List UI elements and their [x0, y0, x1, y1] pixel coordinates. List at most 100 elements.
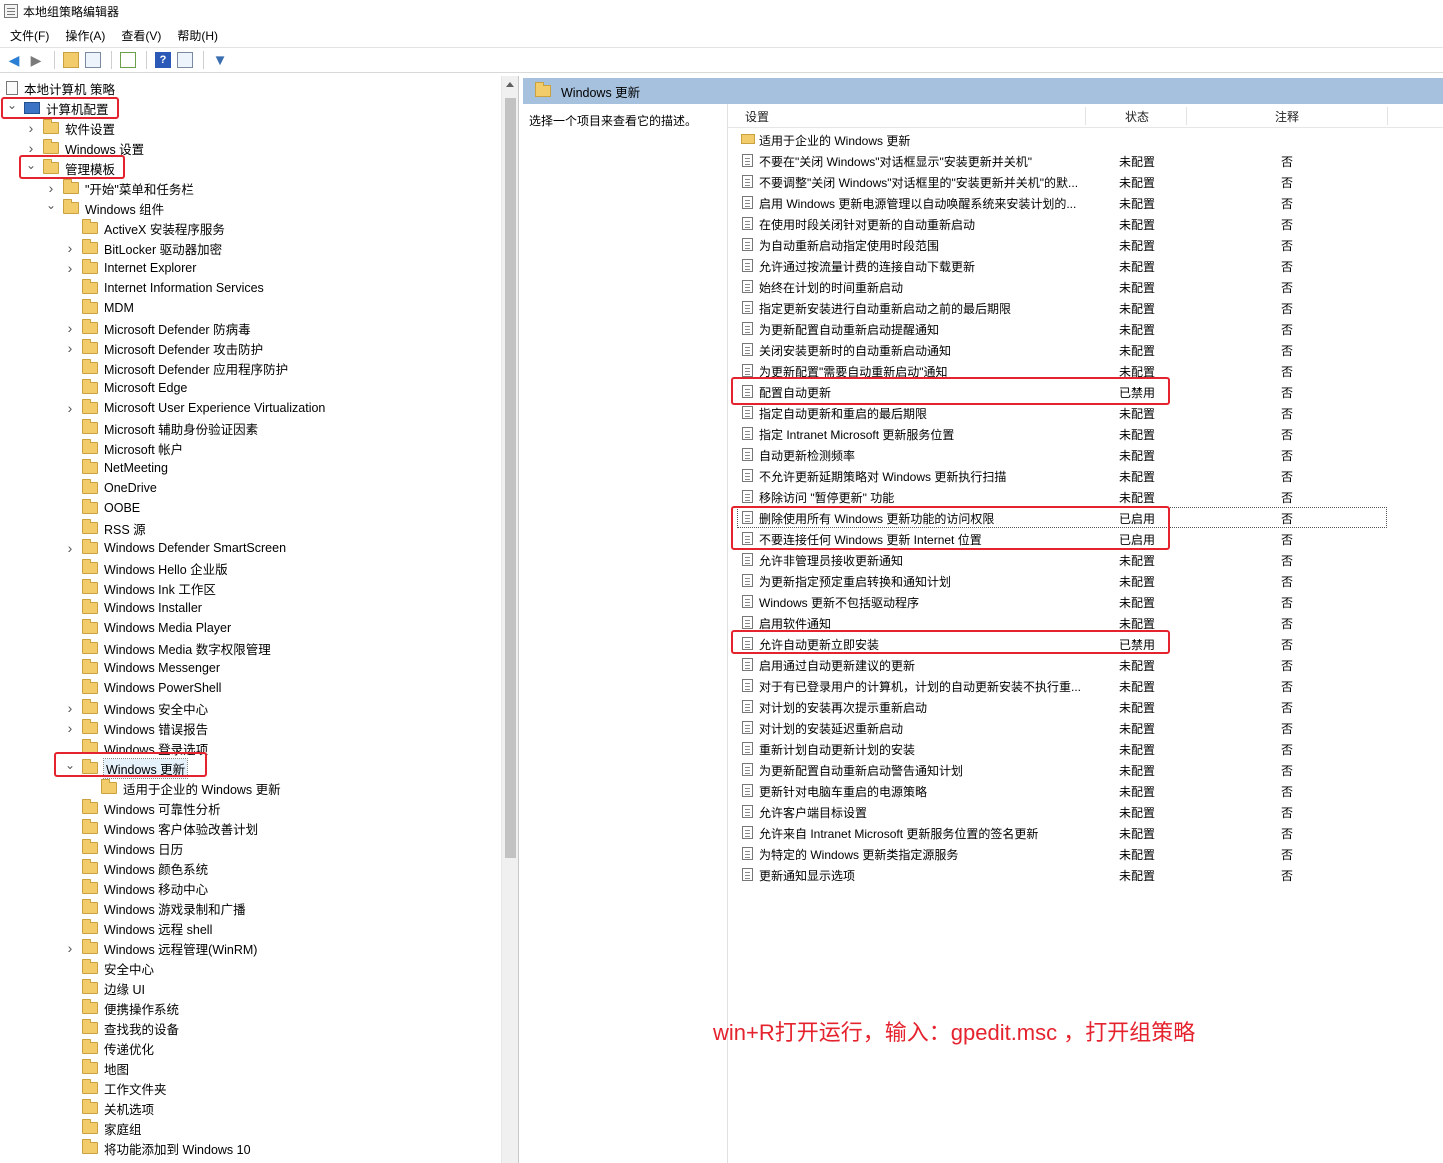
folder-icon [82, 1039, 98, 1054]
policy-row[interactable]: 不要连接任何 Windows 更新 Internet 位置 已启用 否 [0, 528, 1443, 549]
policy-note: 否 [1281, 155, 1294, 169]
policy-row[interactable]: 为自动重新启动指定使用时段范围 未配置 否 [0, 234, 1443, 255]
forward-icon[interactable]: ▶ [26, 50, 46, 70]
tree-item[interactable]: Windows 远程 shell [64, 918, 212, 938]
tree-item[interactable]: 查找我的设备 [64, 1018, 179, 1038]
menu-view[interactable]: 查看(V) [113, 27, 169, 44]
export-icon[interactable] [118, 50, 138, 70]
policy-row[interactable]: 为更新指定预定重启转换和通知计划 未配置 否 [0, 570, 1443, 591]
instruction-caption: win+R打开运行，输入：gpedit.msc ，打开组策略 [713, 1020, 1196, 1045]
column-state[interactable]: 状态 [1125, 104, 1149, 128]
tree-item[interactable]: Windows 游戏录制和广播 [64, 898, 246, 918]
policy-row[interactable]: 指定自动更新和重启的最后期限 未配置 否 [0, 402, 1443, 423]
window-title: 本地组策略编辑器 [23, 4, 120, 19]
policy-row[interactable]: 允许自动更新立即安装 已禁用 否 [0, 633, 1443, 654]
back-icon[interactable]: ◀ [4, 50, 24, 70]
chevron-right-icon[interactable]: › [64, 940, 76, 956]
policy-row[interactable]: 不允许更新延期策略对 Windows 更新执行扫描 未配置 否 [0, 465, 1443, 486]
policy-row[interactable]: 不要在"关闭 Windows"对话框显示"安装更新并关机" 未配置 否 [0, 150, 1443, 171]
tree-item[interactable]: ⌄ 计算机配置 [6, 98, 109, 118]
menu-help[interactable]: 帮助(H) [169, 27, 226, 44]
menu-action[interactable]: 操作(A) [57, 27, 113, 44]
policy-note: 否 [1281, 638, 1294, 652]
properties-icon[interactable] [175, 50, 195, 70]
column-divider[interactable] [1085, 107, 1086, 125]
policy-row[interactable]: 启用 Windows 更新电源管理以自动唤醒系统来安装计划的... 未配置 否 [0, 192, 1443, 213]
policy-setting-icon [742, 763, 753, 776]
policy-row[interactable]: 配置自动更新 已禁用 否 [0, 381, 1443, 402]
policy-state: 未配置 [1119, 323, 1156, 337]
policy-state: 未配置 [1119, 491, 1156, 505]
policy-row[interactable]: 对计划的安装再次提示重新启动 未配置 否 [0, 696, 1443, 717]
policy-name: 为更新配置自动重新启动提醒通知 [759, 323, 940, 337]
policy-row[interactable]: 更新通知显示选项 未配置 否 [0, 864, 1443, 885]
up-icon[interactable] [61, 50, 81, 70]
column-divider[interactable] [1186, 107, 1187, 125]
policy-row[interactable]: 关闭安装更新时的自动重新启动通知 未配置 否 [0, 339, 1443, 360]
policy-row[interactable]: 更新针对电脑车重启的电源策略 未配置 否 [0, 780, 1443, 801]
tree-item[interactable]: 安全中心 [64, 958, 154, 978]
policy-row[interactable]: 为更新配置"需要自动重新启动"通知 未配置 否 [0, 360, 1443, 381]
show-hide-tree-icon[interactable] [83, 50, 103, 70]
tree-item[interactable]: 家庭组 [64, 1118, 142, 1138]
tree-item[interactable]: 传递优化 [64, 1038, 154, 1058]
policy-state: 已禁用 [1119, 386, 1156, 400]
policy-state: 未配置 [1119, 848, 1156, 862]
policy-row[interactable]: 启用通过自动更新建议的更新 未配置 否 [0, 654, 1443, 675]
policy-row[interactable]: 自动更新检测频率 未配置 否 [0, 444, 1443, 465]
tree-item[interactable]: › Windows 远程管理(WinRM) [64, 938, 257, 958]
policy-state: 未配置 [1119, 260, 1156, 274]
tree-item[interactable]: 将功能添加到 Windows 10 [64, 1138, 251, 1158]
tree-item[interactable]: 地图 [64, 1058, 129, 1078]
policy-row[interactable]: 允许客户端目标设置 未配置 否 [0, 801, 1443, 822]
policy-row[interactable]: 指定更新安装进行自动重新启动之前的最后期限 未配置 否 [0, 297, 1443, 318]
policy-row[interactable]: 为更新配置自动重新启动提醒通知 未配置 否 [0, 318, 1443, 339]
help-icon[interactable]: ? [153, 50, 173, 70]
column-note[interactable]: 注释 [1275, 104, 1299, 128]
policy-row[interactable]: 为特定的 Windows 更新类指定源服务 未配置 否 [0, 843, 1443, 864]
policy-row[interactable]: 启用软件通知 未配置 否 [0, 612, 1443, 633]
policy-setting-icon [742, 721, 753, 734]
policy-row[interactable]: Windows 更新不包括驱动程序 未配置 否 [0, 591, 1443, 612]
policy-folder-row[interactable]: 适用于企业的 Windows 更新 [0, 129, 1443, 150]
policy-row[interactable]: 为更新配置自动重新启动警告通知计划 未配置 否 [0, 759, 1443, 780]
tree-item[interactable]: 本地计算机 策略 [6, 78, 115, 98]
tree-item[interactable]: 边缘 UI [64, 978, 145, 998]
policy-row[interactable]: 在使用时段关闭针对更新的自动重新启动 未配置 否 [0, 213, 1443, 234]
policy-name: 自动更新检测频率 [759, 449, 856, 463]
list-header: 设置 状态 注释 [728, 104, 1443, 128]
details-header: Windows 更新 [523, 78, 1443, 104]
policy-name: 更新通知显示选项 [759, 869, 856, 883]
policy-row[interactable]: 对计划的安装延迟重新启动 未配置 否 [0, 717, 1443, 738]
policy-setting-icon [742, 868, 753, 881]
policy-row[interactable]: 对于有已登录用户的计算机，计划的自动更新安装不执行重... 未配置 否 [0, 675, 1443, 696]
tree-item[interactable]: 工作文件夹 [64, 1078, 167, 1098]
tree-item[interactable]: 便携操作系统 [64, 998, 179, 1018]
tree-item-label: 本地计算机 策略 [24, 82, 115, 97]
details-header-title: Windows 更新 [561, 85, 641, 100]
policy-state: 未配置 [1119, 155, 1156, 169]
policy-row[interactable]: 重新计划自动更新计划的安装 未配置 否 [0, 738, 1443, 759]
scroll-up-arrow-icon[interactable] [506, 82, 514, 87]
policy-note: 否 [1281, 680, 1294, 694]
chevron-down-icon[interactable]: ⌄ [6, 98, 18, 112]
policy-row[interactable]: 不要调整"关闭 Windows"对话框里的"安装更新并关机"的默... 未配置 否 [0, 171, 1443, 192]
policy-name: 移除访问 "暂停更新" 功能 [759, 491, 895, 505]
column-divider[interactable] [1387, 107, 1388, 125]
column-setting[interactable]: 设置 [745, 104, 769, 128]
policy-name: 为更新配置自动重新启动警告通知计划 [759, 764, 964, 778]
menu-bar: 文件(F) 操作(A) 查看(V) 帮助(H) [0, 24, 226, 46]
policy-row[interactable]: 指定 Intranet Microsoft 更新服务位置 未配置 否 [0, 423, 1443, 444]
policy-name: Windows 更新不包括驱动程序 [759, 596, 920, 610]
policy-row[interactable]: 允许非管理员接收更新通知 未配置 否 [0, 549, 1443, 570]
tree-item[interactable]: 关机选项 [64, 1098, 154, 1118]
policy-row[interactable]: 移除访问 "暂停更新" 功能 未配置 否 [0, 486, 1443, 507]
policy-row[interactable]: 始终在计划的时间重新启动 未配置 否 [0, 276, 1443, 297]
filter-icon[interactable]: ▼ [210, 50, 230, 70]
policy-row[interactable]: 允许来自 Intranet Microsoft 更新服务位置的签名更新 未配置 否 [0, 822, 1443, 843]
policy-note: 否 [1281, 554, 1294, 568]
policy-row[interactable]: 允许通过按流量计费的连接自动下载更新 未配置 否 [0, 255, 1443, 276]
menu-file[interactable]: 文件(F) [2, 27, 57, 44]
